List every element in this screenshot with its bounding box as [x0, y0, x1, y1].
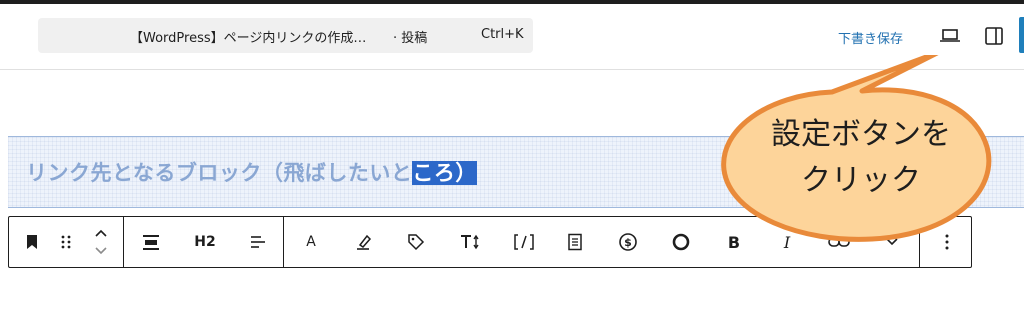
callout-text: 設定ボタンを クリック: [736, 112, 986, 204]
callout-line-2: クリック: [801, 163, 921, 198]
currency-button[interactable]: $: [616, 230, 640, 254]
top-border: [0, 0, 1024, 4]
callout-line-1: 設定ボタンを: [771, 117, 951, 152]
preview-button[interactable]: [938, 24, 962, 48]
tag-button[interactable]: [404, 230, 428, 254]
heading-text-unselected: リンク先となるブロック（飛ばしたいと: [26, 161, 413, 185]
move-up-down-button[interactable]: [89, 226, 113, 258]
svg-text:$: $: [624, 236, 632, 249]
laptop-icon: [940, 29, 960, 42]
heading-level-button[interactable]: H2: [191, 230, 219, 254]
highlight-pen-icon: [357, 234, 372, 250]
circle-button[interactable]: [669, 230, 693, 254]
text-size-button[interactable]: [458, 230, 482, 254]
heading-text[interactable]: リンク先となるブロック（飛ばしたいところ）: [26, 157, 477, 187]
block-type-button[interactable]: [20, 230, 44, 254]
publish-button[interactable]: [1019, 17, 1024, 53]
heading-text-selection: ころ）: [412, 161, 477, 185]
document-icon: [568, 233, 582, 251]
document-button[interactable]: [563, 230, 587, 254]
save-draft-button[interactable]: 下書き保存: [838, 28, 903, 47]
circle-icon: [672, 233, 690, 251]
bookmark-icon: [27, 235, 37, 249]
drag-handle-button[interactable]: [54, 230, 78, 254]
dollar-circle-icon: $: [619, 233, 637, 251]
move-up-down-icon: [95, 229, 107, 255]
toolbar-separator: [123, 217, 124, 267]
wide-align-icon: [143, 235, 159, 250]
text-align-button[interactable]: [246, 230, 270, 254]
keyboard-shortcut: Ctrl+K: [481, 27, 524, 42]
inline-code-button[interactable]: [510, 230, 538, 254]
highlight-button[interactable]: [352, 230, 376, 254]
font-a-icon: A: [306, 234, 316, 250]
drag-handle-icon: [61, 235, 71, 249]
text-align-icon: [251, 236, 265, 248]
toolbar-separator: [283, 217, 284, 267]
font-button[interactable]: A: [299, 230, 323, 254]
document-title: 【WordPress】ページ内リンクの作成…: [130, 31, 367, 46]
sidebar-toggle-icon: [985, 27, 1003, 45]
document-type: · 投稿: [393, 31, 428, 46]
tag-icon: [408, 234, 425, 251]
align-button[interactable]: [139, 230, 163, 254]
text-size-icon: [461, 234, 479, 250]
inline-code-icon: [514, 234, 534, 250]
command-palette-bar[interactable]: 【WordPress】ページ内リンクの作成… · 投稿 Ctrl+K: [38, 18, 533, 53]
settings-button[interactable]: [982, 24, 1006, 48]
